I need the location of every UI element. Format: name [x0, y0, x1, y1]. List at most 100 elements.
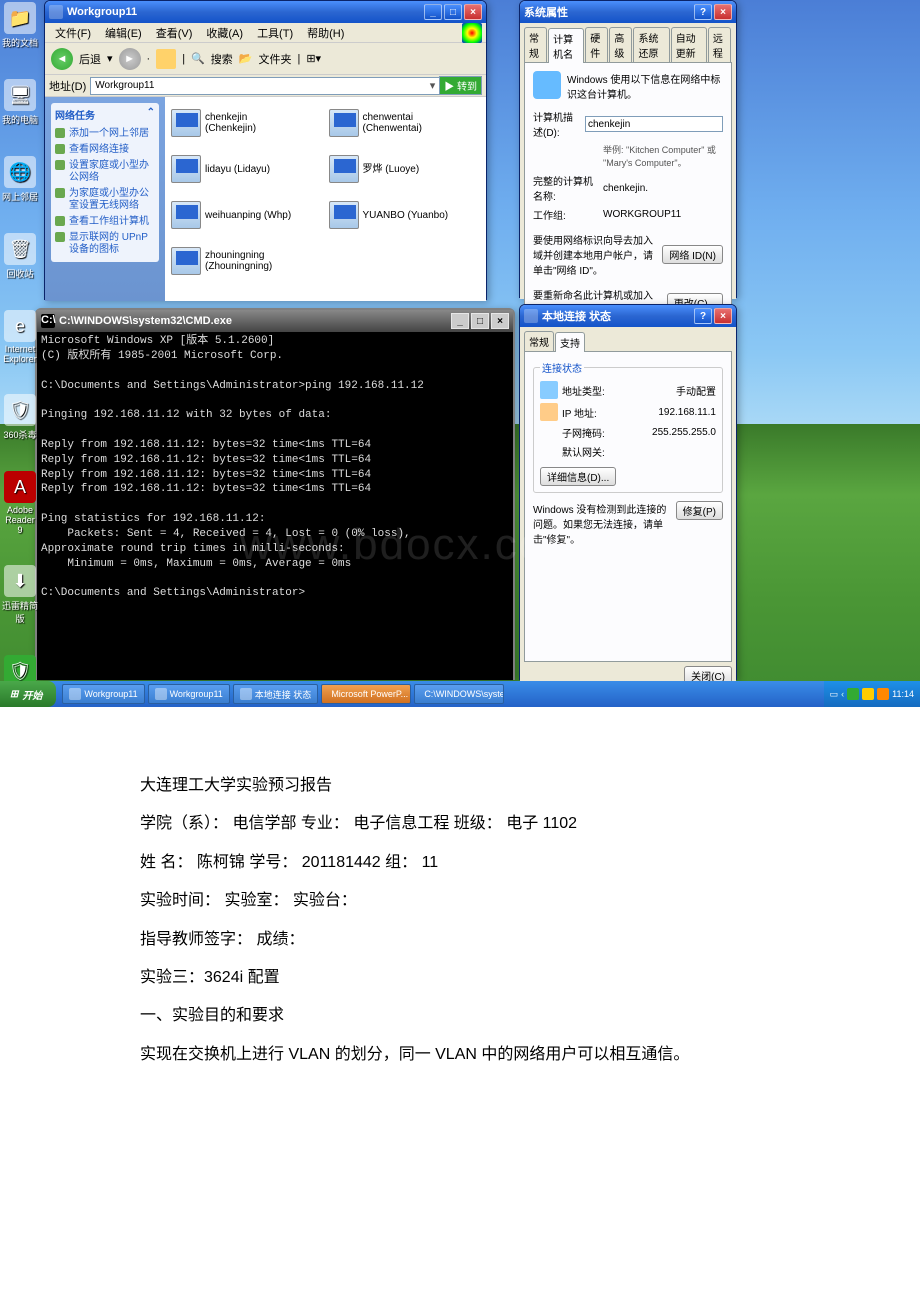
workgroup-label: 工作组:	[533, 207, 597, 222]
close-button[interactable]: ×	[491, 313, 509, 329]
folders-icon[interactable]: 📂	[239, 52, 253, 65]
sidepane-item[interactable]: 显示联网的 UPnP 设备的图标	[55, 230, 155, 258]
sidepane-item[interactable]: 为家庭或小型办公室设置无线网络	[55, 186, 155, 214]
search-label[interactable]: 搜索	[211, 51, 233, 67]
taskbar-item[interactable]: Microsoft PowerP...	[321, 684, 411, 704]
netid-button[interactable]: 网络 ID(N)	[662, 245, 723, 264]
gateway-label: 默认网关:	[562, 444, 716, 459]
repair-note: Windows 没有检测到此连接的问题。如果您无法连接，请单击"修复"。	[533, 501, 670, 546]
cmd-output[interactable]: Microsoft Windows XP [版本 5.1.2600] (C) 版…	[37, 332, 513, 680]
cmd-title: C:\WINDOWS\system32\CMD.exe	[59, 315, 451, 327]
explorer-sidepane: 网络任务⌃ 添加一个网上邻居 查看网络连接 设置家庭或小型办公网络 为家庭或小型…	[45, 97, 165, 301]
minimize-button[interactable]: _	[451, 313, 469, 329]
start-button[interactable]: ⊞开始	[0, 681, 56, 707]
tray-icon[interactable]	[877, 688, 889, 700]
folders-label[interactable]: 文件夹	[258, 51, 291, 67]
tab-advanced[interactable]: 高级	[609, 27, 632, 62]
cmd-titlebar[interactable]: C:\ C:\WINDOWS\system32\CMD.exe _ □ ×	[37, 310, 513, 332]
deskicon-ie[interactable]: eInternet Explorer	[2, 310, 38, 364]
deskicon-label: 我的电脑	[2, 115, 38, 125]
deskicon-label: 迅雷精简版	[2, 601, 38, 624]
sysprop-titlebar[interactable]: 系统属性 ? ×	[520, 1, 736, 23]
dropdown-icon[interactable]: ▾	[430, 79, 436, 92]
tab-remote[interactable]: 远程	[708, 27, 731, 62]
cmd-icon: C:\	[41, 314, 55, 328]
search-icon[interactable]: 🔍	[191, 52, 205, 65]
back-button[interactable]: ◄	[51, 48, 73, 70]
computer-item[interactable]: lidayu (Lidayu)	[171, 149, 323, 189]
localconn-titlebar[interactable]: 本地连接 状态 ? ×	[520, 305, 736, 327]
system-tray[interactable]: ▭ ‹ 11:14	[824, 681, 920, 707]
details-button[interactable]: 详细信息(D)...	[540, 467, 616, 486]
tab-computername[interactable]: 计算机名	[548, 28, 584, 63]
tab-general[interactable]: 常规	[524, 27, 547, 62]
minimize-button[interactable]: _	[424, 4, 442, 20]
computer-item[interactable]: 罗烨 (Luoye)	[329, 149, 481, 189]
repair-button[interactable]: 修复(P)	[676, 501, 723, 520]
menu-view[interactable]: 查看(V)	[150, 23, 199, 43]
computer-item[interactable]: weihuanping (Whp)	[171, 195, 323, 235]
sidepane-item[interactable]: 添加一个网上邻居	[55, 126, 155, 142]
tab-hardware[interactable]: 硬件	[585, 27, 608, 62]
deskicon-recycle[interactable]: 🗑回收站	[2, 233, 38, 280]
sidepane-item[interactable]: 查看网络连接	[55, 142, 155, 158]
sidepane-item[interactable]: 查看工作组计算机	[55, 214, 155, 230]
explorer-titlebar[interactable]: Workgroup11 _ □ ×	[45, 1, 486, 23]
menu-tools[interactable]: 工具(T)	[251, 23, 299, 43]
computer-item[interactable]: chenwentai(Chenwentai)	[329, 103, 481, 143]
windows-logo-icon	[462, 23, 482, 43]
tab-restore[interactable]: 系统还原	[633, 27, 669, 62]
deskicon-xunlei[interactable]: ⬇迅雷精简版	[2, 565, 38, 625]
address-input[interactable]	[90, 77, 445, 95]
up-button[interactable]	[156, 49, 176, 69]
separator: |	[297, 53, 300, 65]
deskicon-adobe[interactable]: AAdobe Reader 9	[2, 471, 38, 535]
taskbar-item[interactable]: Workgroup11	[148, 684, 230, 704]
go-button[interactable]: ▶ 转到	[439, 76, 482, 95]
menu-fav[interactable]: 收藏(A)	[200, 23, 249, 43]
tray-icon[interactable]	[847, 688, 859, 700]
computer-item[interactable]: chenkejin(Chenkejin)	[171, 103, 323, 143]
close-button[interactable]: ×	[464, 4, 482, 20]
deskicon-360av[interactable]: 🛡360杀毒	[2, 394, 38, 441]
doc-line: 实验三：3624i 配置	[140, 959, 860, 997]
desktop-icon[interactable]: ▭	[830, 689, 839, 700]
computer-icon	[329, 109, 359, 137]
desc-input[interactable]	[585, 116, 723, 132]
taskbar-item[interactable]: C:\WINDOWS\syste...	[414, 684, 504, 704]
taskbar-item[interactable]: 本地连接 状态	[233, 684, 319, 704]
taskbar-item[interactable]: Workgroup11	[62, 684, 144, 704]
menu-edit[interactable]: 编辑(E)	[99, 23, 148, 43]
sidepane-item[interactable]: 设置家庭或小型办公网络	[55, 158, 155, 186]
connstatus-legend: 连接状态	[540, 360, 584, 375]
close-button[interactable]: ×	[714, 308, 732, 324]
network-icon	[540, 403, 558, 421]
deskicon-mydocs[interactable]: 📁我的文档	[2, 2, 38, 49]
collapse-icon[interactable]: ⌃	[147, 107, 155, 122]
menu-help[interactable]: 帮助(H)	[301, 23, 350, 43]
menu-file[interactable]: 文件(F)	[49, 23, 97, 43]
tab-general[interactable]: 常规	[524, 331, 554, 351]
computer-item[interactable]: YUANBO (Yuanbo)	[329, 195, 481, 235]
folder-icon	[69, 688, 81, 700]
help-button[interactable]: ?	[694, 4, 712, 20]
help-button[interactable]: ?	[694, 308, 712, 324]
doc-title: 大连理工大学实验预习报告	[140, 767, 860, 805]
close-button[interactable]: ×	[714, 4, 732, 20]
maximize-button[interactable]: □	[471, 313, 489, 329]
taskbar: ⊞开始 Workgroup11 Workgroup11 本地连接 状态 Micr…	[0, 681, 920, 707]
computer-item[interactable]: zhouningning(Zhouningning)	[171, 241, 323, 281]
separator: |	[182, 53, 185, 65]
views-button[interactable]: ⊞▾	[306, 52, 321, 65]
forward-button[interactable]: ►	[119, 48, 141, 70]
tray-chevron-icon[interactable]: ‹	[841, 689, 844, 699]
dropdown-icon[interactable]: ▾	[107, 52, 113, 65]
tab-update[interactable]: 自动更新	[671, 27, 707, 62]
localconn-tabs: 常规 支持	[524, 331, 732, 352]
deskicon-network[interactable]: 🌐网上邻居	[2, 156, 38, 203]
clock[interactable]: 11:14	[892, 689, 914, 699]
maximize-button[interactable]: □	[444, 4, 462, 20]
tab-support[interactable]: 支持	[555, 332, 585, 352]
tray-icon[interactable]	[862, 688, 874, 700]
deskicon-mycomputer[interactable]: 🖥我的电脑	[2, 79, 38, 126]
